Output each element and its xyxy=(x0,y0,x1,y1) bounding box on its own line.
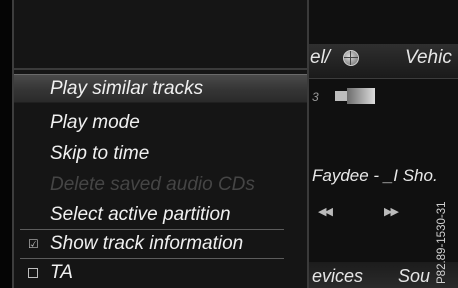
checkbox-checked-icon: ☑ xyxy=(28,237,39,251)
checkbox-unchecked-icon xyxy=(28,268,38,278)
menu-item-show-track-information[interactable]: ☑ Show track information xyxy=(14,230,307,257)
options-menu: Play similar tracks Play mode Skip to ti… xyxy=(12,0,309,288)
menu-item-skip-to-time[interactable]: Skip to time xyxy=(14,140,307,167)
menu-item-play-similar-tracks[interactable]: Play similar tracks xyxy=(14,74,307,103)
menu-item-delete-saved-audio-cds: Delete saved audio CDs xyxy=(14,171,307,198)
menu-item-select-active-partition[interactable]: Select active partition xyxy=(14,201,307,228)
globe-icon xyxy=(343,50,359,66)
menu-item-label: Play mode xyxy=(50,112,140,133)
menu-item-ta[interactable]: TA xyxy=(14,259,307,286)
figure-reference-code: P82.89-1530-31 xyxy=(436,201,448,284)
menu-item-label: Play similar tracks xyxy=(50,78,204,99)
menu-item-label: Select active partition xyxy=(50,204,231,225)
menu-item-label: TA xyxy=(50,262,73,283)
menu-item-label: Delete saved audio CDs xyxy=(50,174,255,195)
next-track-icon[interactable]: ▶▶ xyxy=(384,205,399,218)
menu-item-label: Show track information xyxy=(50,233,244,254)
tab-devices[interactable]: evices xyxy=(312,266,363,287)
menu-item-play-mode[interactable]: Play mode xyxy=(14,109,307,136)
tab-vehicle[interactable]: Vehic xyxy=(405,47,452,69)
tab-tel-internet[interactable]: el/ xyxy=(310,47,330,69)
previous-track-icon[interactable]: ◀◀ xyxy=(318,205,333,218)
usb-device-icon xyxy=(335,88,375,104)
device-number: 3 xyxy=(312,90,319,104)
tab-source[interactable]: Sou xyxy=(398,266,430,287)
track-title: Faydee - _I Sho. xyxy=(312,166,438,185)
menu-item-label: Skip to time xyxy=(50,143,150,164)
